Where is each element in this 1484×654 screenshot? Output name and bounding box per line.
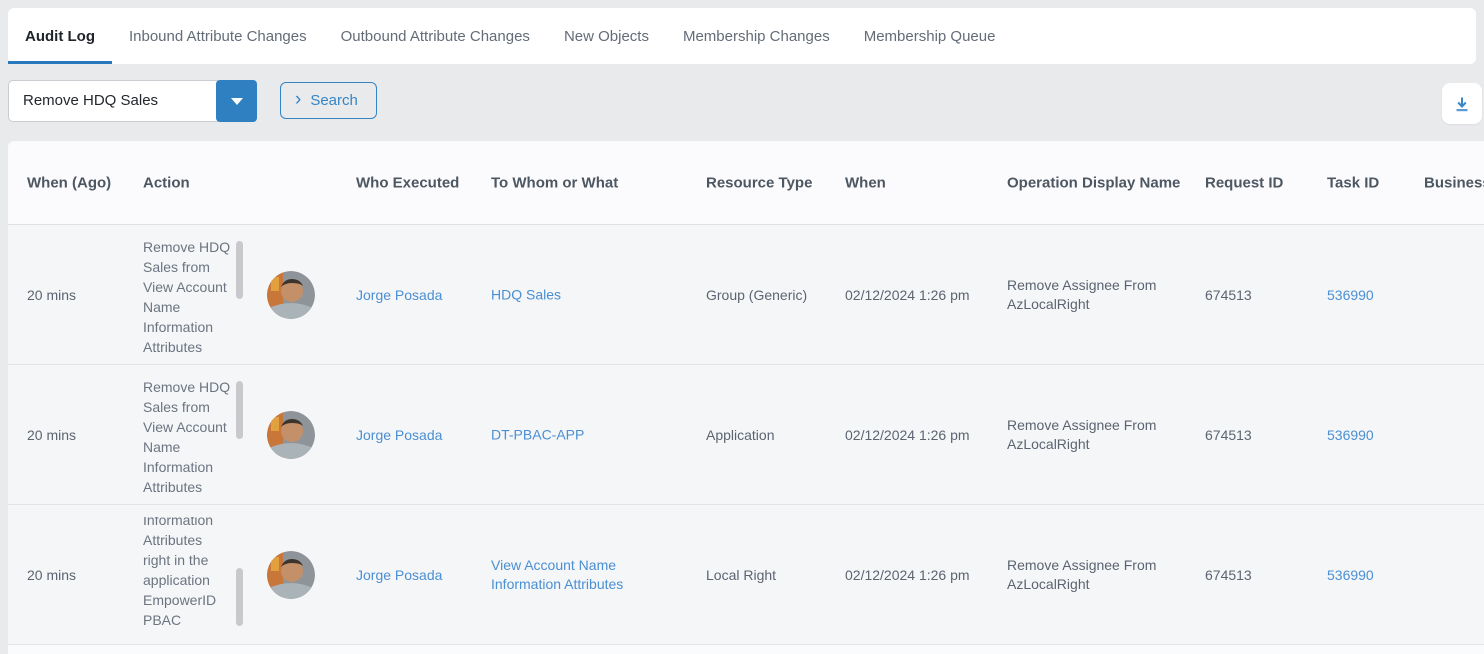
cell-when-ago: 20 mins [27,427,76,443]
tab-new-objects[interactable]: New Objects [547,8,666,64]
who-executed-link[interactable]: Jorge Posada [356,287,442,303]
cell-operation-display-name: Remove Assignee From AzLocalRight [1007,416,1192,454]
audit-log-table: When (Ago) Action Who Executed To Whom o… [8,141,1484,654]
filter-select-dropdown-button[interactable] [216,80,257,122]
action-scrollbar[interactable] [236,381,243,439]
action-scrollbar[interactable] [236,241,243,299]
table-row: 20 mins Remove HDQ Sales from View Accou… [8,225,1484,365]
action-scrollbar[interactable] [236,568,243,626]
chevron-right-icon: › [295,90,301,109]
column-header-when-ago: When (Ago) [27,174,111,191]
cell-resource-type: Group (Generic) [706,287,807,303]
to-whom-link[interactable]: HDQ Sales [491,286,561,302]
action-text: Remove HDQ Sales from View Account Name … [143,237,231,353]
cell-to-whom-or-what[interactable]: DT-PBAC-APP [491,425,666,444]
column-header-business-request: Business Request [1424,174,1484,191]
table-row: 20 mins Information Attributes right in … [8,505,1484,645]
caret-down-icon [231,98,243,105]
cell-task-id[interactable]: 536990 [1327,427,1374,443]
column-header-action: Action [143,174,190,191]
column-header-resource-type: Resource Type [706,174,812,191]
cell-who-executed[interactable]: Jorge Posada [356,287,442,303]
to-whom-link[interactable]: DT-PBAC-APP [491,426,584,442]
action-text: Information Attributes right in the appl… [143,517,231,633]
cell-operation-display-name: Remove Assignee From AzLocalRight [1007,556,1192,594]
who-executed-link[interactable]: Jorge Posada [356,427,442,443]
tab-bar: Audit Log Inbound Attribute Changes Outb… [8,8,1476,64]
search-button-label: Search [310,92,358,109]
download-icon [1453,95,1471,113]
column-header-who-executed: Who Executed [356,174,459,191]
cell-request-id: 674513 [1205,567,1252,583]
column-header-request-id: Request ID [1205,174,1283,191]
export-button[interactable] [1442,83,1482,124]
cell-when: 02/12/2024 1:26 pm [845,567,970,583]
task-id-link[interactable]: 536990 [1327,567,1374,583]
who-executed-link[interactable]: Jorge Posada [356,567,442,583]
filter-select-value[interactable]: Remove HDQ Sales [8,80,218,122]
to-whom-link[interactable]: View Account Name Information Attributes [491,557,623,592]
column-header-operation-display-name: Operation Display Name [1007,174,1192,191]
cell-who-executed[interactable]: Jorge Posada [356,427,442,443]
cell-resource-type: Application [706,427,775,443]
column-header-to-whom-or-what: To Whom or What [491,174,666,191]
column-header-task-id: Task ID [1327,174,1379,191]
cell-action[interactable]: Remove HDQ Sales from View Account Name … [143,377,245,493]
cell-resource-type: Local Right [706,567,776,583]
cell-when: 02/12/2024 1:26 pm [845,287,970,303]
cell-who-executed[interactable]: Jorge Posada [356,567,442,583]
cell-to-whom-or-what[interactable]: View Account Name Information Attributes [491,556,666,594]
tab-inbound-attribute-changes[interactable]: Inbound Attribute Changes [112,8,324,64]
user-avatar[interactable] [267,411,315,459]
cell-when: 02/12/2024 1:26 pm [845,427,970,443]
cell-to-whom-or-what[interactable]: HDQ Sales [491,285,666,304]
cell-operation-display-name: Remove Assignee From AzLocalRight [1007,276,1192,314]
user-avatar[interactable] [267,271,315,319]
task-id-link[interactable]: 536990 [1327,427,1374,443]
tab-outbound-attribute-changes[interactable]: Outbound Attribute Changes [324,8,547,64]
column-header-when: When [845,174,886,191]
tab-membership-changes[interactable]: Membership Changes [666,8,847,64]
cell-task-id[interactable]: 536990 [1327,567,1374,583]
cell-when-ago: 20 mins [27,567,76,583]
tab-membership-queue[interactable]: Membership Queue [847,8,1013,64]
cell-request-id: 674513 [1205,287,1252,303]
search-button[interactable]: › Search [280,82,377,119]
cell-action[interactable]: Remove HDQ Sales from View Account Name … [143,237,245,353]
table-header-row: When (Ago) Action Who Executed To Whom o… [8,141,1484,225]
table-row: 20 mins Remove HDQ Sales from View Accou… [8,365,1484,505]
tab-audit-log[interactable]: Audit Log [8,8,112,64]
cell-task-id[interactable]: 536990 [1327,287,1374,303]
table-footer-strip [8,645,1484,654]
filter-select: Remove HDQ Sales [8,80,257,122]
cell-request-id: 674513 [1205,427,1252,443]
cell-when-ago: 20 mins [27,287,76,303]
user-avatar[interactable] [267,551,315,599]
cell-action[interactable]: Information Attributes right in the appl… [143,517,245,633]
task-id-link[interactable]: 536990 [1327,287,1374,303]
action-text: Remove HDQ Sales from View Account Name … [143,377,231,493]
